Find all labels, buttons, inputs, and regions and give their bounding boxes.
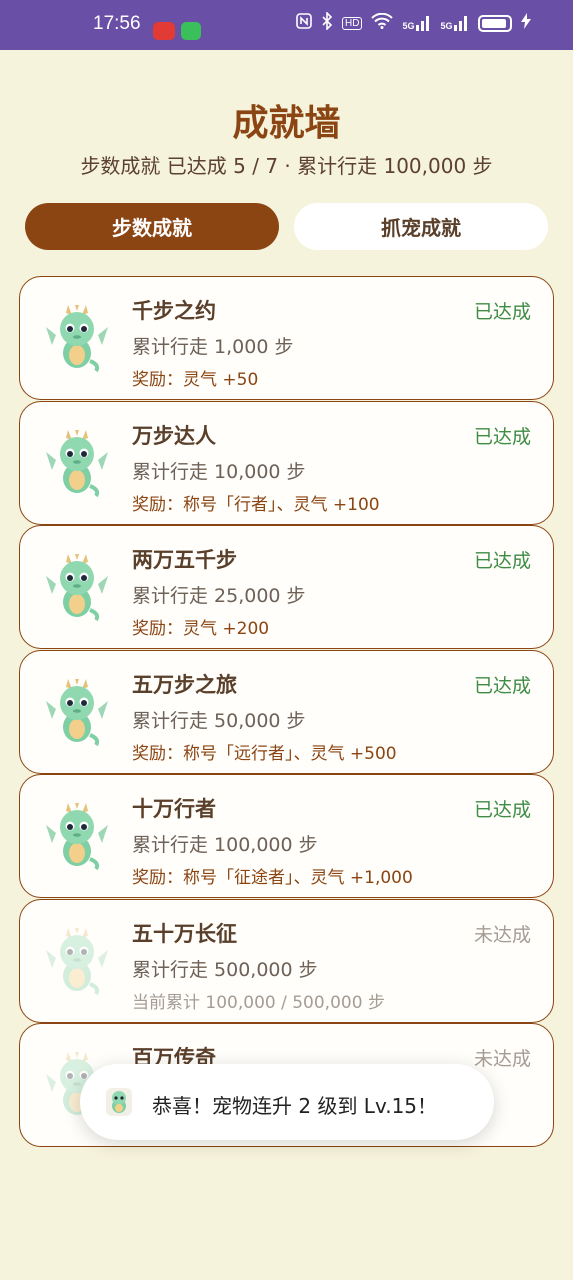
achievement-status: 未达成: [473, 1048, 531, 1070]
achievement-reward: 奖励：称号「征途者」、灵气 +1,000: [132, 868, 413, 888]
achievement-requirement: 累计行走 100,000 步: [132, 834, 318, 856]
achievement-status: 已达成: [473, 799, 531, 821]
page-subtitle: 步数成就 已达成 5 / 7 · 累计行走 100,000 步: [80, 154, 493, 178]
dragon-pet-icon: [46, 429, 108, 498]
tab-catch-achievements[interactable]: 抓宠成就: [294, 203, 548, 250]
tab-step-achievements[interactable]: 步数成就: [25, 203, 279, 250]
message-notification-icon: [181, 22, 201, 40]
achievement-name: 五十万长征: [132, 921, 237, 946]
achievement-reward: 奖励：灵气 +200: [132, 619, 270, 639]
achievement-status: 已达成: [473, 425, 531, 448]
nfc-icon: [296, 13, 312, 33]
achievement-name: 两万五千步: [132, 548, 237, 572]
hd-icon: HD: [342, 16, 363, 30]
dragon-icon: [106, 1088, 132, 1116]
dragon-pet-icon: [46, 927, 108, 996]
achievement-requirement: 累计行走 50,000 步: [132, 709, 306, 732]
achievement-requirement: 累计行走 25,000 步: [132, 585, 306, 607]
dragon-pet-icon: [46, 554, 108, 622]
level-up-toast: 恭喜！宠物连升 2 级到 Lv.15！: [80, 1064, 494, 1140]
achievement-reward: 奖励：灵气 +50: [132, 370, 259, 390]
achievement-status: 未达成: [473, 923, 531, 946]
achievement-card[interactable]: 两万五千步累计行走 25,000 步奖励：灵气 +200 已达成: [19, 525, 554, 649]
app-notification-icon: [153, 22, 175, 40]
achievement-name: 万步达人: [132, 423, 216, 448]
bluetooth-icon: [321, 11, 333, 34]
signal-5g-icon: 5G: [402, 15, 431, 31]
dragon-pet-icon: [46, 803, 108, 871]
dragon-pet-icon: [46, 305, 108, 373]
battery-icon: [478, 14, 513, 32]
achievement-progress: 当前累计 100,000 / 500,000 步: [132, 992, 385, 1013]
status-time: 17:56: [93, 13, 141, 34]
achievement-card[interactable]: 万步达人累计行走 10,000 步奖励：称号「行者」、灵气 +100 已达成: [19, 400, 554, 525]
charging-icon: [521, 13, 532, 33]
dragon-pet-icon: [46, 678, 108, 747]
achievement-name: 十万行者: [132, 797, 216, 821]
achievement-status: 已达成: [473, 550, 531, 572]
signal-5g-icon: 5G: [440, 15, 469, 31]
achievement-requirement: 累计行走 1,000 步: [132, 336, 294, 358]
achievement-card[interactable]: 五十万长征累计行走 500,000 步当前累计 100,000 / 500,00…: [19, 898, 554, 1023]
achievement-requirement: 累计行走 500,000 步: [132, 958, 318, 981]
achievement-card[interactable]: 五万步之旅累计行走 50,000 步奖励：称号「远行者」、灵气 +500 已达成: [19, 649, 554, 774]
achievement-reward: 奖励：称号「远行者」、灵气 +500: [132, 743, 397, 764]
wifi-icon: [371, 12, 394, 33]
achievement-status: 已达成: [473, 674, 531, 697]
achievement-reward: 奖励：称号「行者」、灵气 +100: [132, 494, 380, 515]
toast-message: 恭喜！宠物连升 2 级到 Lv.15！: [152, 1094, 438, 1118]
achievement-name: 千步之约: [132, 299, 216, 323]
achievement-card[interactable]: 十万行者累计行走 100,000 步奖励：称号「征途者」、灵气 +1,000 已达…: [19, 774, 554, 898]
page-title: 成就墙: [232, 103, 341, 144]
achievement-status: 已达成: [473, 301, 531, 323]
achievement-requirement: 累计行走 10,000 步: [132, 460, 306, 483]
status-icons: HD 5G 5G: [296, 11, 532, 34]
status-bar: 17:56 HD 5G 5G: [0, 0, 573, 50]
achievement-card[interactable]: 千步之约累计行走 1,000 步奖励：灵气 +50 已达成: [19, 276, 554, 400]
achievement-name: 五万步之旅: [132, 672, 237, 697]
